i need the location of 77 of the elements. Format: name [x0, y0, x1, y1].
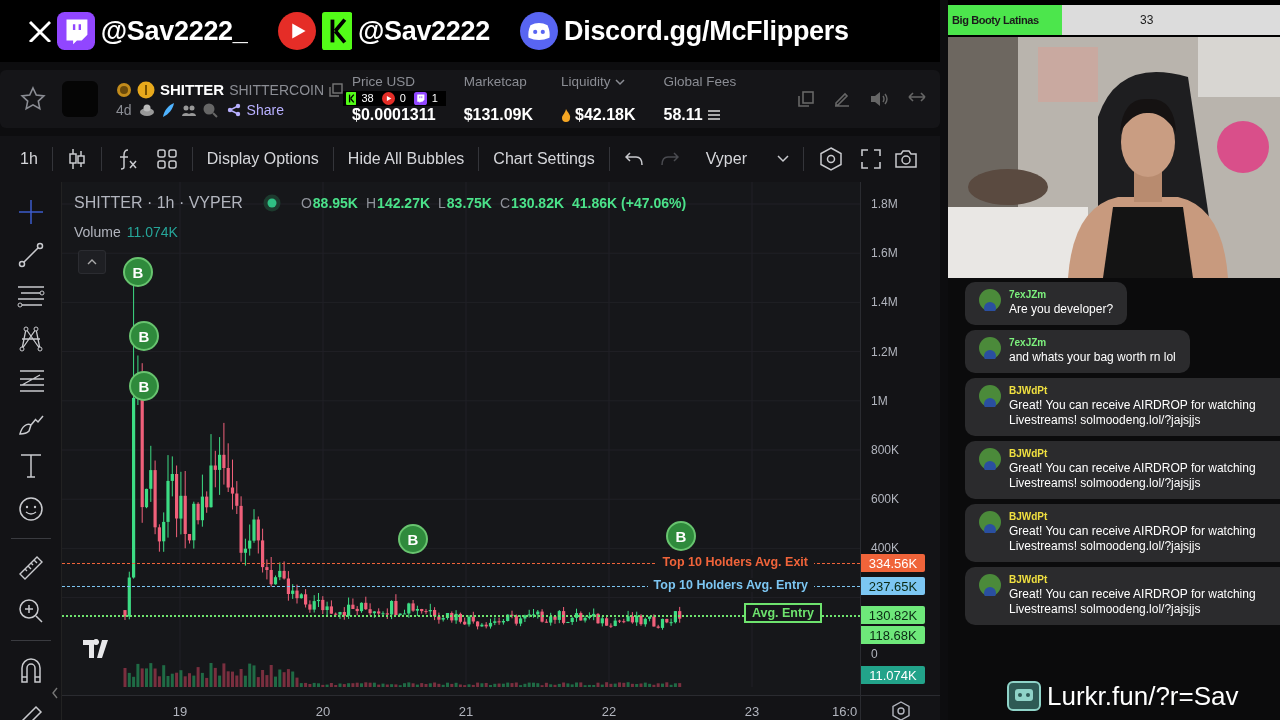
axis-label: 1.4M	[871, 295, 898, 310]
axis-label: 16:0	[832, 704, 858, 719]
ohlc-value: 142.27K	[377, 195, 431, 211]
chat-text: Are you developer?	[1009, 302, 1114, 317]
chat-text: Great! You can receive AIRDROP for watching Livestreams! solmoodeng.lol/?jajsjjs	[1009, 587, 1257, 617]
token-name: SHITTERCOIN	[229, 81, 325, 98]
axis-label: 600K	[871, 492, 900, 507]
price-tag: 11.074K	[861, 666, 925, 684]
chat-username: BJWdPt	[1009, 574, 1049, 585]
axis-label: 1M	[871, 393, 888, 408]
chat-text: and whats your bag worth rn lol	[1009, 350, 1176, 365]
stat-label: Global Fees	[663, 74, 737, 89]
axis-label: 21	[458, 704, 474, 719]
viewer-count: 0	[399, 92, 406, 105]
poll-option: Big Booty Latinas	[948, 5, 1062, 35]
line-label: Top 10 Holders Avg. Exit	[656, 555, 814, 569]
social-handle: Discord.gg/McFlippers	[564, 15, 849, 47]
chat-text: Great! You can receive AIRDROP for watching Livestreams! solmoodeng.lol/?jajsjjs	[1009, 461, 1257, 491]
ohlc-label: C	[500, 195, 511, 211]
chat-username: BJWdPt	[1009, 385, 1049, 396]
viewer-count: 38	[361, 92, 374, 105]
stat-value: 58.11	[663, 106, 703, 124]
ohlc-value: 83.75K	[446, 195, 492, 211]
chat-username: BJWdPt	[1009, 511, 1049, 522]
stat-label: Price USD	[352, 74, 415, 89]
social-handle: @Sav2222	[357, 15, 490, 47]
poll-count: 33	[1140, 12, 1154, 29]
template-dropdown[interactable]: Vyper	[697, 144, 797, 174]
price-tag: 237.65K	[861, 577, 925, 595]
stat-label: Marketcap	[463, 74, 527, 89]
token-symbol: SHITTER	[160, 81, 225, 98]
volume-label: Volume	[74, 224, 121, 240]
axis-label: 1.6M	[871, 246, 898, 261]
chat-username: 7exJZm	[1009, 289, 1048, 300]
axis-label: 20	[315, 704, 331, 719]
axis-label: 0	[871, 647, 878, 661]
buy-bubble: B	[129, 321, 159, 351]
axis-label: 1.2M	[871, 344, 898, 359]
toolbar-button[interactable]: Display Options	[198, 144, 327, 174]
stat-value: $0.0001311	[352, 106, 436, 124]
price-tag: 118.68K	[861, 626, 925, 644]
line-label: Avg. Entry	[743, 603, 822, 623]
buy-bubble: B	[123, 257, 153, 287]
chat-text: Great! You can receive AIRDROP for watching Livestreams! solmoodeng.lol/?jajsjjs	[1009, 524, 1257, 554]
chart-title: SHITTER · 1h · VYPER	[74, 194, 243, 212]
stat-value: $42.18K	[575, 106, 636, 124]
social-handle: @Sav2222_	[100, 15, 248, 47]
ohlc-label: H	[365, 195, 377, 211]
buy-bubble: B	[129, 371, 159, 401]
axis-label: 23	[744, 704, 760, 719]
stat-label: Liquidity	[561, 74, 611, 89]
ohlc-label: L	[438, 195, 446, 211]
ohlc-label: O	[300, 195, 312, 211]
buy-bubble: B	[398, 524, 428, 554]
volume-value: 11.074K	[126, 224, 178, 240]
interval-button[interactable]: 1h	[12, 144, 46, 174]
toolbar-button[interactable]: Chart Settings	[485, 144, 603, 174]
token-age: 4d	[116, 101, 132, 118]
buy-bubble: B	[666, 521, 696, 551]
axis-label: 800K	[871, 443, 900, 457]
ohlc-value: 88.95K	[312, 195, 358, 211]
price-change: 41.86K (+47.06%)	[572, 195, 687, 211]
toolbar-button[interactable]: Hide All Bubbles	[339, 144, 473, 174]
axis-label: 1.8M	[871, 197, 898, 211]
ohlc-value: 130.82K	[511, 195, 565, 211]
axis-label: 19	[172, 704, 188, 719]
share-button[interactable]: Share	[222, 101, 284, 118]
stat-value: $131.09K	[463, 106, 534, 124]
axis-label: 22	[601, 704, 617, 719]
axis-label: 400K	[871, 541, 900, 556]
price-tag: 130.82K	[861, 606, 925, 624]
chat-username: 7exJZm	[1009, 337, 1048, 348]
price-tag: 334.56K	[861, 554, 925, 572]
chat-text: Great! You can receive AIRDROP for watching Livestreams! solmoodeng.lol/?jajsjjs	[1009, 398, 1257, 428]
chat-username: BJWdPt	[1009, 448, 1049, 459]
line-label: Top 10 Holders Avg. Entry	[647, 578, 814, 592]
viewer-count: 1	[431, 92, 438, 105]
